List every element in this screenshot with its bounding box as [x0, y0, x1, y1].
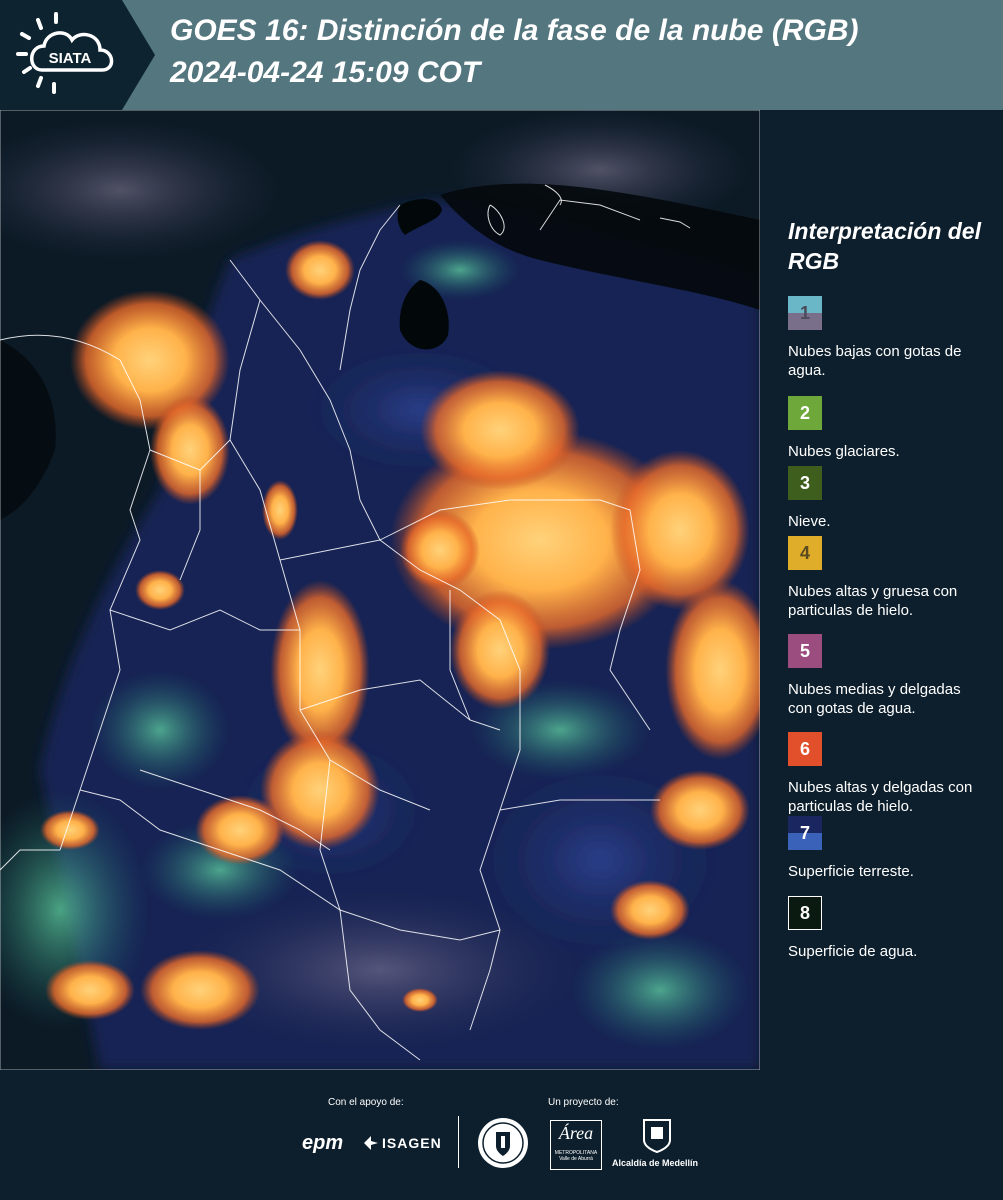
footer: Con el apoyo de: Un proyecto de: epm ISA… [0, 1070, 1003, 1200]
header-bar: SIATA GOES 16: Distinción de la fase de … [0, 0, 1003, 110]
isagen-icon [364, 1136, 378, 1150]
legend-swatch: 5 [788, 634, 822, 668]
legend-number: 4 [799, 542, 810, 563]
siata-logo-icon: SIATA [16, 12, 114, 94]
support-label: Con el apoyo de: [328, 1097, 404, 1108]
page-timestamp: 2024-04-24 15:09 COT [170, 56, 481, 89]
logo-text: SIATA [49, 50, 92, 67]
isagen-text: ISAGEN [382, 1135, 442, 1151]
legend-label: Nubes bajas con gotas de agua. [788, 343, 962, 379]
satellite-image [0, 110, 760, 1070]
univ-seal-icon [478, 1118, 528, 1168]
legend-swatch: 4 [788, 536, 822, 570]
area-logo-title: Área [558, 1123, 594, 1143]
legend-label: Superficie de agua. [788, 943, 918, 960]
legend-swatch: 3 [788, 466, 822, 500]
area-logo-sub2: Valle de Aburrá [559, 1156, 593, 1162]
legend-number: 6 [799, 738, 810, 759]
logo-panel: SIATA [0, 0, 155, 110]
legend-title: Interpretación del RGB [788, 218, 981, 274]
legend-number: 8 [799, 902, 810, 923]
satellite-map [0, 110, 760, 1070]
legend-panel: Interpretación del RGB 1 Nubes bajas con … [760, 110, 1003, 1070]
legend-number: 2 [799, 402, 810, 423]
legend-label: Nubes altas y gruesa con particulas de h… [788, 583, 958, 619]
alcaldia-text: Alcaldía de Medellín [612, 1158, 699, 1168]
legend-label: Nieve. [788, 513, 831, 530]
legend-swatch: 2 [788, 396, 822, 430]
legend-number: 7 [799, 822, 810, 843]
footer-divider [458, 1116, 459, 1168]
legend-label: Nubes glaciares. [788, 443, 900, 460]
legend-swatch: 7 [788, 816, 822, 850]
legend-label: Superficie terreste. [788, 863, 914, 880]
legend-swatch: 6 [788, 732, 822, 766]
legend-number: 5 [799, 640, 810, 661]
sponsor-epm-logo: epm [302, 1132, 344, 1154]
legend-swatch: 1 [788, 296, 822, 330]
legend-number: 3 [799, 472, 810, 493]
alcaldia-shield-icon [643, 1119, 671, 1154]
legend-label: Nubes altas y delgadas con particulas de… [788, 779, 973, 815]
legend-number: 1 [799, 302, 810, 323]
sponsor-isagen-logo: ISAGEN [362, 1134, 442, 1152]
project-label: Un proyecto de: [548, 1097, 619, 1108]
area-metropolitana-logo: Área METROPOLITANA Valle de Aburrá [550, 1120, 602, 1170]
page-title: GOES 16: Distinción de la fase de la nub… [170, 14, 859, 47]
legend-label: Nubes medias y delgadas con gotas de agu… [788, 681, 961, 717]
legend-swatch: 8 [788, 896, 822, 930]
